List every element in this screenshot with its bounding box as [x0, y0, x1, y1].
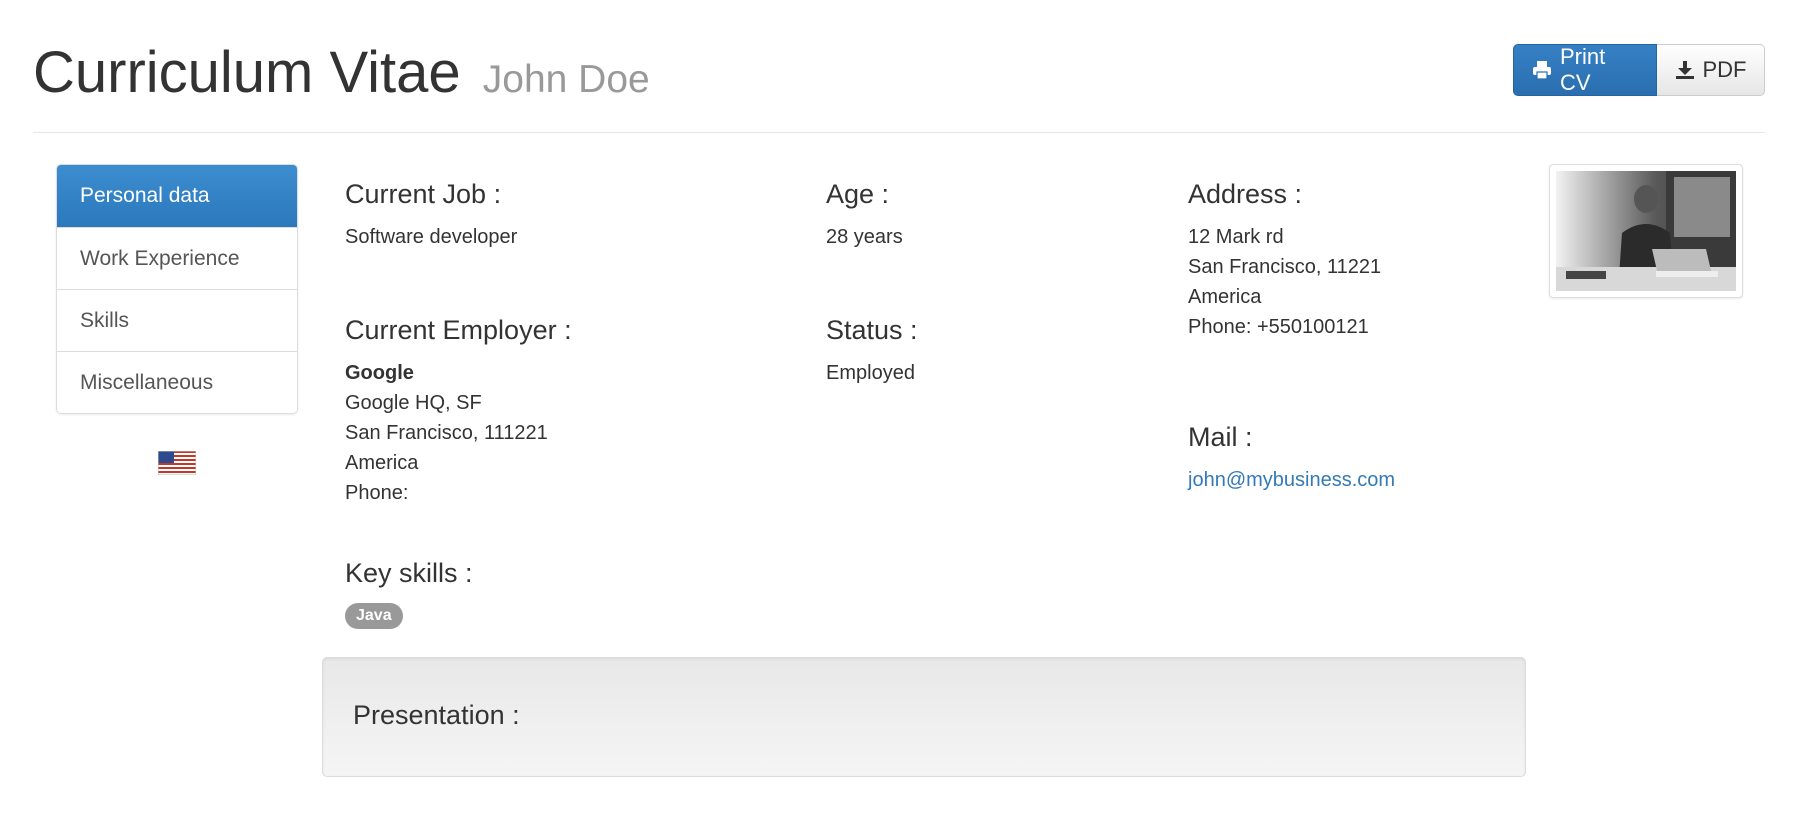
pdf-button[interactable]: PDF	[1657, 44, 1765, 96]
sidebar-item-skills[interactable]: Skills	[57, 289, 297, 351]
address-value: 12 Mark rd San Francisco, 11221 America …	[1188, 222, 1381, 342]
presentation-panel: Presentation :	[322, 657, 1526, 777]
sidebar-item-personal-data[interactable]: Personal data	[57, 165, 297, 227]
mail-link[interactable]: john@mybusiness.com	[1188, 469, 1395, 491]
mail-label: Mail :	[1188, 422, 1253, 452]
current-job-value: Software developer	[345, 226, 518, 248]
status-field: Status : Employed	[826, 314, 918, 388]
address-label: Address :	[1188, 179, 1303, 209]
employer-line: Google HQ, SF	[345, 392, 482, 414]
sidebar: Personal data Work Experience Skills Mis…	[56, 164, 298, 476]
address-line: America	[1188, 286, 1262, 308]
employer-phone: Phone:	[345, 482, 409, 504]
current-employer-label: Current Employer :	[345, 315, 572, 345]
presentation-label: Presentation :	[353, 700, 520, 730]
export-button-group: Print CV PDF	[1513, 44, 1765, 96]
mail-field: Mail : john@mybusiness.com	[1188, 421, 1395, 495]
pdf-label: PDF	[1702, 57, 1747, 82]
page-header: Curriculum Vitae John Doe Print CV PDF	[33, 0, 1765, 133]
employer-line: America	[345, 452, 419, 474]
current-employer-value: Google Google HQ, SF San Francisco, 1112…	[345, 358, 572, 508]
age-field: Age : 28 years	[826, 178, 903, 252]
print-icon	[1532, 60, 1552, 80]
skill-badge: Java	[345, 603, 403, 629]
employer-name: Google	[345, 362, 414, 384]
key-skills-label: Key skills :	[345, 558, 473, 588]
current-job-label: Current Job :	[345, 179, 502, 209]
page-title: Curriculum Vitae John Doe	[33, 40, 650, 113]
sidebar-item-miscellaneous[interactable]: Miscellaneous	[57, 351, 297, 413]
status-value: Employed	[826, 362, 915, 384]
key-skills-field: Key skills : Java	[345, 557, 473, 629]
page-subtitle: John Doe	[482, 58, 650, 101]
current-job-field: Current Job : Software developer	[345, 178, 517, 252]
status-label: Status :	[826, 315, 918, 345]
print-cv-label: Print CV	[1560, 44, 1606, 95]
skills-list: Java	[345, 589, 473, 629]
address-phone: Phone: +550100121	[1188, 316, 1369, 338]
current-employer-field: Current Employer : Google Google HQ, SF …	[345, 314, 572, 508]
employer-line: San Francisco, 111221	[345, 422, 548, 444]
age-label: Age :	[826, 179, 890, 209]
age-value: 28 years	[826, 226, 903, 248]
mail-value-wrapper: john@mybusiness.com	[1188, 465, 1395, 495]
download-icon	[1675, 60, 1695, 80]
sidebar-nav: Personal data Work Experience Skills Mis…	[56, 164, 298, 414]
profile-photo-image	[1556, 171, 1736, 291]
address-field: Address : 12 Mark rd San Francisco, 1122…	[1188, 178, 1381, 342]
address-line: San Francisco, 11221	[1188, 256, 1382, 278]
page-title-text: Curriculum Vitae	[33, 40, 461, 105]
profile-photo	[1549, 164, 1743, 298]
print-cv-button[interactable]: Print CV	[1513, 44, 1657, 96]
us-flag-icon[interactable]	[157, 450, 197, 476]
address-line: 12 Mark rd	[1188, 226, 1284, 248]
sidebar-item-work-experience[interactable]: Work Experience	[57, 227, 297, 289]
